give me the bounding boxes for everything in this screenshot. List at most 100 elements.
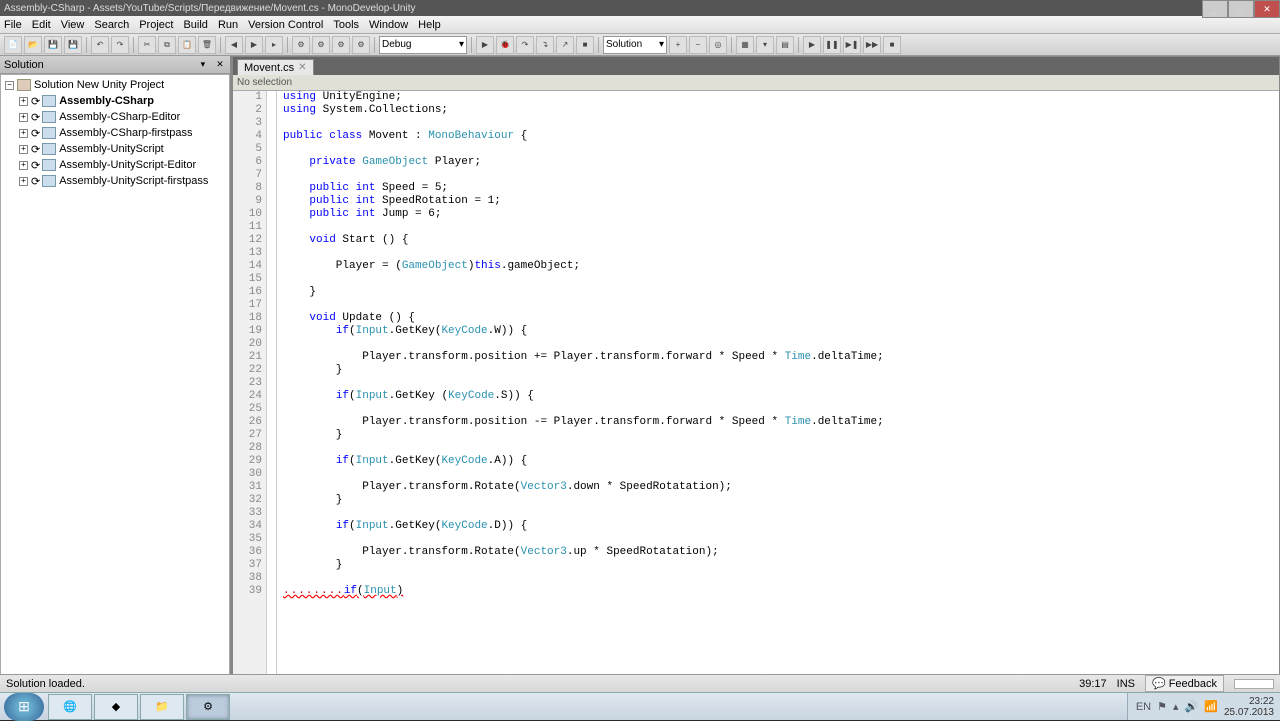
tray-volume-icon[interactable]: 🔊 xyxy=(1185,700,1199,713)
window-title-bar: Assembly-CSharp - Assets/YouTube/Scripts… xyxy=(0,0,1280,16)
play-button[interactable]: ▶ xyxy=(803,36,821,54)
taskbar-folder[interactable]: 📁 xyxy=(140,694,184,720)
undo-button[interactable]: ↶ xyxy=(91,36,109,54)
solution-item-4[interactable]: +⟳Assembly-UnityScript-Editor xyxy=(1,157,229,173)
menu-build[interactable]: Build xyxy=(183,19,207,31)
paste-button[interactable]: 📋 xyxy=(178,36,196,54)
step-over-button[interactable]: ↷ xyxy=(516,36,534,54)
solution-item-3[interactable]: +⟳Assembly-UnityScript xyxy=(1,141,229,157)
feedback-label: Feedback xyxy=(1169,678,1217,690)
run-button[interactable]: ▶ xyxy=(476,36,494,54)
window-controls: _ □ ✕ xyxy=(1202,0,1280,18)
progress-bar xyxy=(1234,679,1274,689)
solution-panel: Solution ▾ ✕ −Solution New Unity Project… xyxy=(0,56,232,692)
status-bar: Solution loaded. 39:17 INS 💬 Feedback xyxy=(0,674,1280,692)
menu-window[interactable]: Window xyxy=(369,19,408,31)
redo-button[interactable]: ↷ xyxy=(111,36,129,54)
nav-back-button[interactable]: ◀ xyxy=(225,36,243,54)
close-button[interactable]: ✕ xyxy=(1254,0,1280,18)
nav-fwd-button[interactable]: ▶ xyxy=(245,36,263,54)
lang-indicator[interactable]: EN xyxy=(1136,701,1151,713)
menu-file[interactable]: File xyxy=(4,19,22,31)
menu-version-control[interactable]: Version Control xyxy=(248,19,323,31)
menu-tools[interactable]: Tools xyxy=(333,19,359,31)
separator xyxy=(731,37,732,53)
add-button[interactable]: + xyxy=(669,36,687,54)
util-button-1[interactable]: ▦ xyxy=(736,36,754,54)
tray-flag-icon[interactable]: ⚑ xyxy=(1157,700,1167,713)
step-into-button[interactable]: ↴ xyxy=(536,36,554,54)
tray-arrow-icon[interactable]: ▴ xyxy=(1173,700,1179,713)
copy-button[interactable]: ⧉ xyxy=(158,36,176,54)
menu-run[interactable]: Run xyxy=(218,19,238,31)
step-button[interactable]: ▶❚ xyxy=(843,36,861,54)
tab-strip: Movent.cs ✕ xyxy=(233,57,1279,75)
solution-root[interactable]: −Solution New Unity Project xyxy=(1,77,229,93)
delete-button[interactable]: 🗑 xyxy=(198,36,216,54)
separator xyxy=(798,37,799,53)
tab-label: Movent.cs xyxy=(244,62,294,74)
breadcrumb-bar[interactable]: No selection xyxy=(233,75,1279,91)
solution-item-2[interactable]: +⟳Assembly-CSharp-firstpass xyxy=(1,125,229,141)
tray-clock[interactable]: 23:22 25.07.2013 xyxy=(1224,696,1274,718)
rebuild-button[interactable]: ⚙ xyxy=(352,36,370,54)
util-button-3[interactable]: ▤ xyxy=(776,36,794,54)
solution-combo[interactable]: Solution▾ xyxy=(603,36,667,54)
system-tray: EN ⚑ ▴ 🔊 📶 23:22 25.07.2013 xyxy=(1127,693,1280,720)
menu-edit[interactable]: Edit xyxy=(32,19,51,31)
code-text-area[interactable]: using UnityEngine;using System.Collectio… xyxy=(277,91,1279,691)
menu-project[interactable]: Project xyxy=(139,19,173,31)
solution-item-5[interactable]: +⟳Assembly-UnityScript-firstpass xyxy=(1,173,229,189)
panel-close-icon[interactable]: ✕ xyxy=(214,59,226,71)
nav-button[interactable]: ▸ xyxy=(265,36,283,54)
skip-button[interactable]: ▶▶ xyxy=(863,36,881,54)
build-all-button[interactable]: ⚙ xyxy=(312,36,330,54)
separator xyxy=(133,37,134,53)
open-button[interactable]: 📂 xyxy=(24,36,42,54)
main-area: Solution ▾ ✕ −Solution New Unity Project… xyxy=(0,56,1280,692)
taskbar-monodevelop[interactable]: ⚙ xyxy=(186,694,230,720)
separator xyxy=(86,37,87,53)
stop-button[interactable]: ■ xyxy=(576,36,594,54)
minus-button[interactable]: − xyxy=(689,36,707,54)
panel-dropdown-icon[interactable]: ▾ xyxy=(197,59,209,71)
tray-network-icon[interactable]: 📶 xyxy=(1204,700,1218,713)
separator xyxy=(471,37,472,53)
util-button-2[interactable]: ▾ xyxy=(756,36,774,54)
fold-column[interactable] xyxy=(267,91,277,691)
save-all-button[interactable]: 💾 xyxy=(64,36,82,54)
taskbar-chrome[interactable]: 🌐 xyxy=(48,694,92,720)
solution-tree[interactable]: −Solution New Unity Project+⟳Assembly-CS… xyxy=(0,74,230,692)
pause-button[interactable]: ❚❚ xyxy=(823,36,841,54)
separator xyxy=(598,37,599,53)
separator xyxy=(287,37,288,53)
target-button[interactable]: ◎ xyxy=(709,36,727,54)
feedback-icon: 💬 xyxy=(1152,677,1166,690)
menu-help[interactable]: Help xyxy=(418,19,441,31)
config-combo[interactable]: Debug▾ xyxy=(379,36,467,54)
code-editor[interactable]: 1234567891011121314151617181920212223242… xyxy=(233,91,1279,691)
build-button[interactable]: ⚙ xyxy=(292,36,310,54)
separator xyxy=(374,37,375,53)
taskbar-unity[interactable]: ◆ xyxy=(94,694,138,720)
feedback-button[interactable]: 💬 Feedback xyxy=(1145,675,1224,692)
solution-item-1[interactable]: +⟳Assembly-CSharp-Editor xyxy=(1,109,229,125)
clean-button[interactable]: ⚙ xyxy=(332,36,350,54)
maximize-button[interactable]: □ xyxy=(1228,0,1254,18)
insert-mode: INS xyxy=(1117,678,1135,690)
new-file-button[interactable]: 📄 xyxy=(4,36,22,54)
save-button[interactable]: 💾 xyxy=(44,36,62,54)
debug-button[interactable]: 🐞 xyxy=(496,36,514,54)
line-number-gutter: 1234567891011121314151617181920212223242… xyxy=(233,91,267,691)
step-out-button[interactable]: ↗ xyxy=(556,36,574,54)
minimize-button[interactable]: _ xyxy=(1202,0,1228,18)
file-tab[interactable]: Movent.cs ✕ xyxy=(237,59,314,75)
cut-button[interactable]: ✂ xyxy=(138,36,156,54)
start-button[interactable]: ⊞ xyxy=(4,693,44,721)
menu-search[interactable]: Search xyxy=(94,19,129,31)
menu-view[interactable]: View xyxy=(61,19,85,31)
status-message: Solution loaded. xyxy=(6,678,85,690)
close-icon[interactable]: ✕ xyxy=(298,62,306,73)
end-button[interactable]: ■ xyxy=(883,36,901,54)
solution-item-0[interactable]: +⟳Assembly-CSharp xyxy=(1,93,229,109)
